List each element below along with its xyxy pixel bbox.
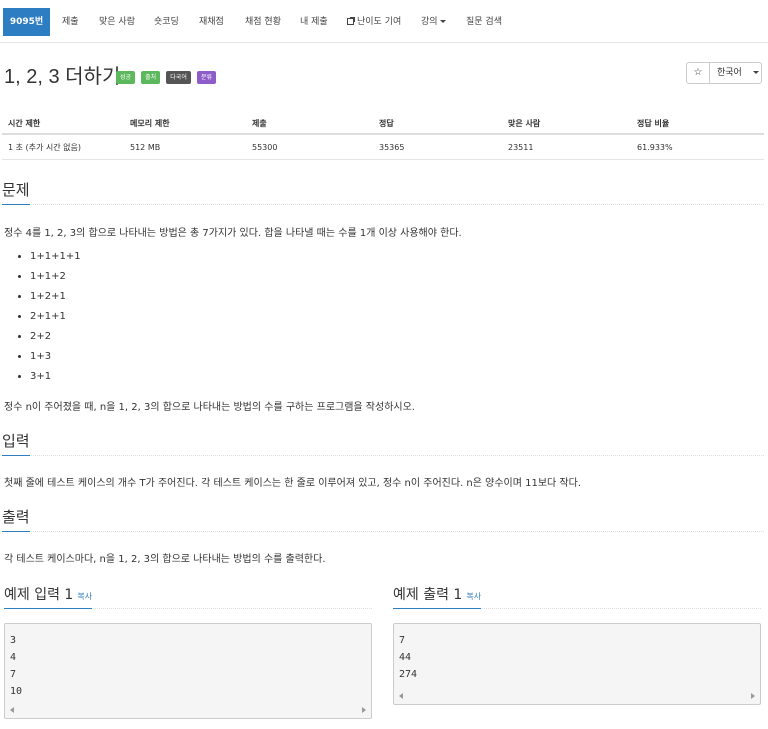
badge-success[interactable]: 성공 [116, 71, 136, 84]
horizontal-scrollbar[interactable] [6, 707, 370, 717]
scroll-left-icon[interactable] [399, 693, 403, 699]
badge-source[interactable]: 출처 [141, 71, 161, 84]
badge-multilang[interactable]: 다국어 [166, 71, 191, 84]
sample-line: 3 [10, 635, 17, 646]
tab-short-coding[interactable]: 숏코딩 [154, 10, 179, 34]
tab-lecture-label: 강의 [421, 17, 438, 27]
sum-list: 1+1+1+1 1+1+2 1+2+1 2+1+1 2+2 1+3 3+1 [4, 248, 81, 388]
problem-nav: 9095번 제출 맞은 사람 숏코딩 재채점 채점 현황 내 제출 난이도 기여… [0, 0, 768, 43]
language-dropdown[interactable]: 한국어 [709, 62, 762, 84]
section-title: 출력 [2, 506, 30, 532]
tab-questions[interactable]: 질문 검색 [466, 10, 502, 34]
table-header: 정답 비율 [631, 113, 764, 135]
badge-category[interactable]: 분류 [196, 71, 216, 84]
sample-line: 274 [399, 669, 418, 680]
table-header: 정답 [373, 113, 502, 135]
sample-input-title-wrap: 예제 입력 1 복사 [4, 584, 93, 609]
problem-section-header: 문제 [2, 178, 764, 205]
tab-status[interactable]: 채점 현황 [245, 10, 281, 34]
table-row: 1 초 (추가 시간 없음) 512 MB 55300 35365 23511 … [2, 134, 764, 160]
tab-solved-users[interactable]: 맞은 사람 [99, 10, 135, 34]
table-cell: 512 MB [124, 134, 246, 160]
input-section-header: 입력 [2, 429, 764, 456]
scroll-right-icon[interactable] [362, 707, 366, 713]
table-cell: 61.933% [631, 134, 764, 160]
output-description: 각 테스트 케이스마다, n을 1, 2, 3의 합으로 나타내는 방법의 수를… [4, 554, 326, 565]
scroll-right-icon[interactable] [751, 693, 755, 699]
table-header-row: 시간 제한 메모리 제한 제출 정답 맞은 사람 정답 비율 [2, 113, 764, 135]
table-cell: 1 초 (추가 시간 없음) [2, 134, 124, 160]
table-cell: 23511 [502, 134, 631, 160]
section-title: 문제 [2, 179, 30, 205]
list-item: 3+1 [30, 368, 81, 388]
sample-input-title: 예제 입력 1 [4, 587, 74, 603]
sample-line: 10 [10, 686, 23, 697]
sample-input-lines: 3 4 7 10 [10, 632, 22, 700]
favorite-button[interactable]: ☆ [686, 62, 710, 84]
table-header: 제출 [246, 113, 373, 135]
tab-problem-number[interactable]: 9095번 [3, 8, 50, 36]
table-cell: 55300 [246, 134, 373, 160]
list-item: 1+1+2 [30, 268, 81, 288]
section-title: 입력 [2, 430, 30, 456]
tab-lecture[interactable]: 강의 [421, 10, 446, 34]
sample-output-title: 예제 출력 1 [393, 587, 463, 603]
problem-badges: 성공 출처 다국어 분류 [116, 71, 217, 90]
sample-output-title-wrap: 예제 출력 1 복사 [393, 584, 482, 609]
tab-difficulty[interactable]: 난이도 기여 [347, 10, 401, 34]
table-cell: 35365 [373, 134, 502, 160]
tab-submit[interactable]: 제출 [62, 10, 79, 34]
tab-my-submissions[interactable]: 내 제출 [300, 10, 328, 34]
sample-line: 7 [399, 635, 406, 646]
sample-output-box[interactable]: 7 44 274 [393, 623, 761, 705]
problem-title: 1, 2, 3 더하기 [4, 66, 121, 88]
list-item: 1+1+1+1 [30, 248, 81, 268]
problem-description: 정수 4를 1, 2, 3의 합으로 나타내는 방법은 총 7가지가 있다. 합… [4, 228, 462, 239]
copy-output-button[interactable]: 복사 [466, 592, 481, 601]
language-label: 한국어 [717, 68, 742, 78]
star-icon: ☆ [693, 67, 703, 78]
list-item: 1+3 [30, 348, 81, 368]
tab-rejudge[interactable]: 재채점 [199, 10, 224, 34]
external-link-icon [347, 17, 355, 25]
list-item: 2+1+1 [30, 308, 81, 328]
sample-line: 4 [10, 652, 17, 663]
sample-output-header: 예제 출력 1 복사 [393, 583, 761, 609]
table-header: 메모리 제한 [124, 113, 246, 135]
sample-output-lines: 7 44 274 [399, 632, 417, 683]
sample-input-box[interactable]: 3 4 7 10 [4, 623, 372, 719]
problem-info-table: 시간 제한 메모리 제한 제출 정답 맞은 사람 정답 비율 1 초 (추가 시… [2, 113, 764, 160]
table-header: 맞은 사람 [502, 113, 631, 135]
copy-input-button[interactable]: 복사 [77, 592, 92, 601]
horizontal-scrollbar[interactable] [395, 693, 759, 703]
caret-down-icon [439, 20, 446, 23]
sample-line: 7 [10, 669, 17, 680]
sample-line: 44 [399, 652, 412, 663]
sample-input-header: 예제 입력 1 복사 [4, 583, 372, 609]
table-header: 시간 제한 [2, 113, 124, 135]
tab-difficulty-label: 난이도 기여 [357, 17, 402, 27]
input-description: 첫째 줄에 테스트 케이스의 개수 T가 주어진다. 각 테스트 케이스는 한 … [4, 478, 581, 489]
caret-down-icon [752, 71, 759, 74]
scroll-left-icon[interactable] [10, 707, 14, 713]
output-section-header: 출력 [2, 505, 764, 532]
problem-description-2: 정수 n이 주어졌을 때, n을 1, 2, 3의 합으로 나타내는 방법의 수… [4, 402, 415, 413]
list-item: 1+2+1 [30, 288, 81, 308]
list-item: 2+2 [30, 328, 81, 348]
